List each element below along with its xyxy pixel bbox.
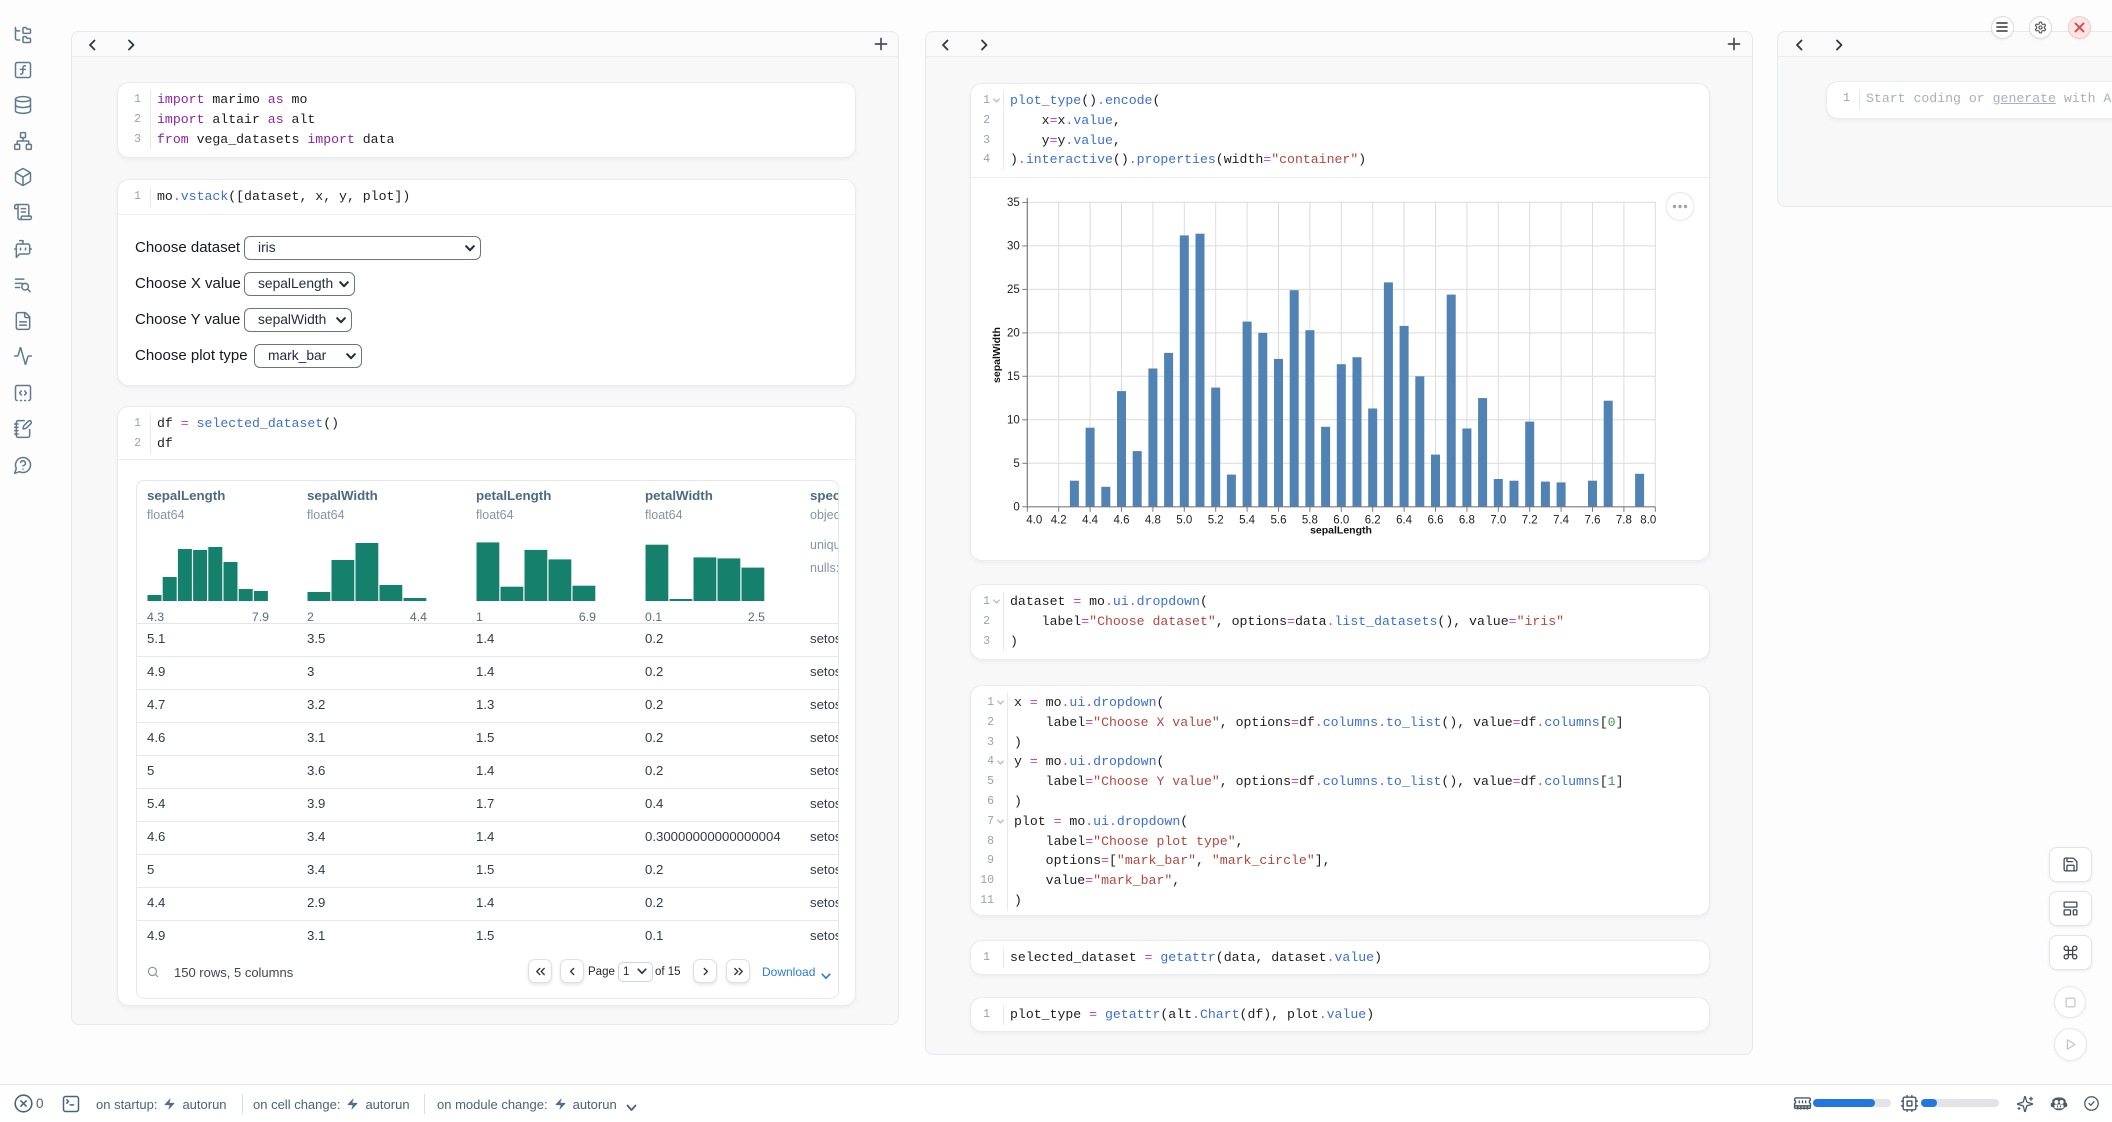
svg-text:6.4: 6.4 xyxy=(1396,514,1413,526)
svg-text:5.4: 5.4 xyxy=(1239,514,1256,526)
svg-text:7.4: 7.4 xyxy=(1553,514,1570,526)
svg-text:4.8: 4.8 xyxy=(1145,514,1161,526)
svg-text:6.6: 6.6 xyxy=(1428,514,1444,526)
svg-text:7.6: 7.6 xyxy=(1585,514,1601,526)
svg-text:10: 10 xyxy=(1007,415,1020,427)
svg-text:0: 0 xyxy=(1013,502,1019,514)
svg-text:25: 25 xyxy=(1007,284,1020,296)
svg-text:15: 15 xyxy=(1007,371,1020,383)
svg-text:4.4: 4.4 xyxy=(1082,514,1099,526)
svg-text:5.0: 5.0 xyxy=(1176,514,1192,526)
svg-text:4.6: 4.6 xyxy=(1114,514,1130,526)
svg-text:20: 20 xyxy=(1007,328,1020,340)
svg-text:35: 35 xyxy=(1007,197,1020,209)
svg-text:5.2: 5.2 xyxy=(1208,514,1224,526)
svg-text:4.2: 4.2 xyxy=(1051,514,1067,526)
svg-text:5.6: 5.6 xyxy=(1271,514,1287,526)
svg-text:30: 30 xyxy=(1007,241,1020,253)
svg-text:7.8: 7.8 xyxy=(1616,514,1632,526)
svg-text:7.2: 7.2 xyxy=(1522,514,1538,526)
svg-text:8.0: 8.0 xyxy=(1640,514,1656,526)
svg-text:6.8: 6.8 xyxy=(1459,514,1475,526)
svg-text:7.0: 7.0 xyxy=(1490,514,1506,526)
svg-text:4.0: 4.0 xyxy=(1026,514,1042,526)
svg-text:sepalWidth: sepalWidth xyxy=(991,327,1003,383)
svg-text:5: 5 xyxy=(1013,458,1019,470)
svg-text:sepalLength: sepalLength xyxy=(1310,525,1372,537)
